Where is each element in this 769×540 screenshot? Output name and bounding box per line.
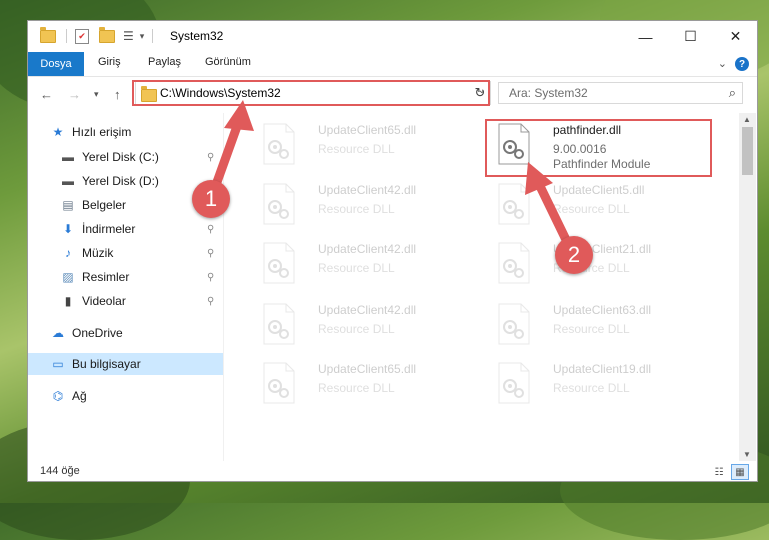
step-1-badge: 1 xyxy=(192,180,230,218)
step-2-badge: 2 xyxy=(555,236,593,274)
annotation-arrows xyxy=(207,100,575,250)
arrow-1-head xyxy=(224,100,254,131)
